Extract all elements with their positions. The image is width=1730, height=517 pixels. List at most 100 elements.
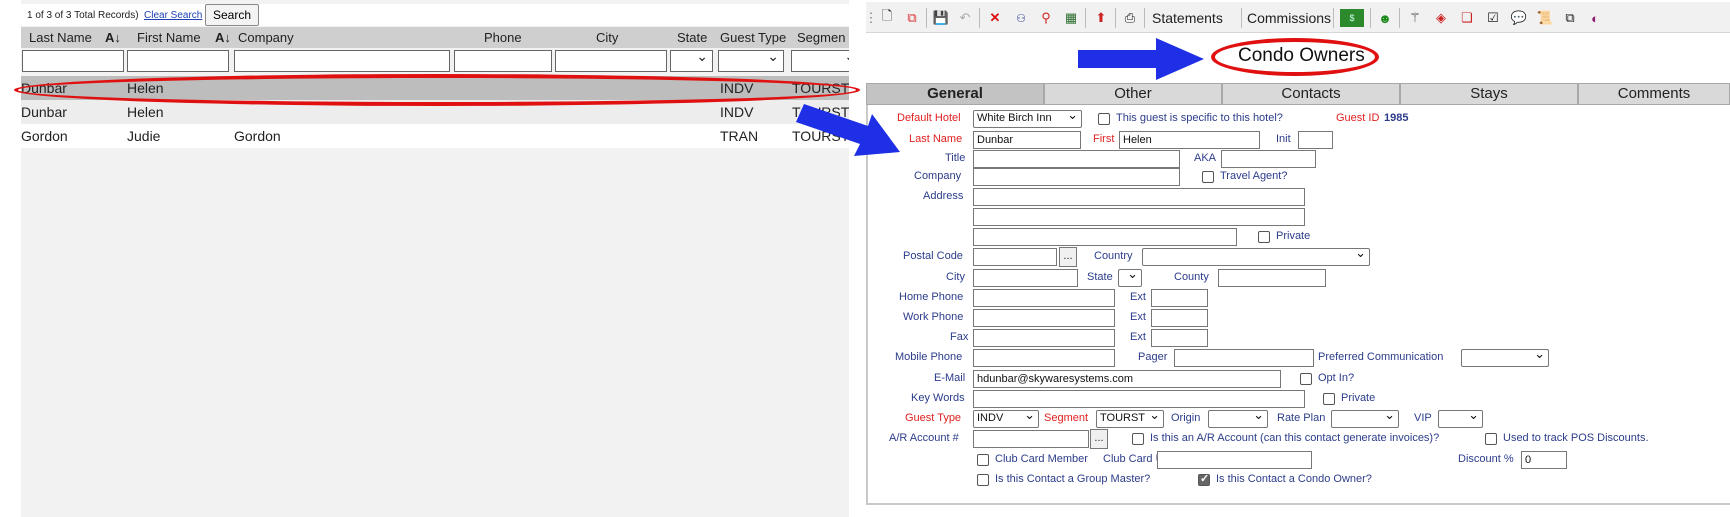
travel-agent-checkbox[interactable] [1202, 171, 1214, 183]
init-input[interactable] [1298, 131, 1333, 149]
address-line1-input[interactable] [973, 188, 1305, 206]
smiley-icon[interactable]: ☻ [1376, 9, 1394, 27]
gift-icon[interactable]: ❏ [1458, 9, 1476, 27]
delete-icon[interactable]: ✕ [986, 9, 1004, 27]
city-input[interactable] [973, 269, 1078, 287]
col-last-name[interactable]: Last Name [29, 30, 92, 45]
export-icon[interactable]: ⬆ [1092, 9, 1110, 27]
print-icon[interactable]: ⎙ [1121, 9, 1139, 27]
copy-document-icon[interactable]: ⧉ [903, 9, 921, 27]
country-select[interactable] [1142, 245, 1370, 266]
home-ext-input[interactable] [1151, 289, 1208, 307]
address-line3-input[interactable] [973, 228, 1237, 246]
mobile-phone-input[interactable] [973, 349, 1115, 367]
address-line2-input[interactable] [973, 208, 1305, 226]
col-segment[interactable]: Segmen [797, 30, 845, 45]
title-input[interactable] [973, 150, 1180, 168]
filter-last-name-input[interactable] [22, 50, 124, 72]
county-label: County [1174, 271, 1209, 283]
first-name-input[interactable] [1119, 131, 1260, 149]
key-words-input[interactable] [973, 390, 1305, 408]
comment-icon[interactable]: 💬 [1510, 9, 1528, 27]
club-card-upc-input[interactable] [1157, 451, 1312, 469]
col-first-name[interactable]: First Name [137, 30, 201, 45]
table-row[interactable]: Dunbar Helen INDV TOURST [21, 100, 849, 124]
pos-discount-checkbox[interactable] [1485, 433, 1497, 445]
guest-type-select[interactable]: INDV [973, 407, 1039, 428]
pager-input[interactable] [1174, 349, 1314, 367]
undo-icon[interactable]: ↶ [956, 9, 974, 27]
col-state[interactable]: State [677, 30, 707, 45]
last-name-input[interactable] [973, 131, 1081, 149]
filter-company-input[interactable] [234, 50, 450, 72]
search-icon[interactable]: ⚲ [1037, 9, 1055, 27]
company-input[interactable] [973, 168, 1180, 186]
new-document-icon[interactable]: 🗋 [878, 8, 896, 27]
opt-in-checkbox[interactable] [1300, 373, 1312, 385]
origin-select[interactable] [1208, 407, 1268, 428]
filter-city-input[interactable] [555, 50, 667, 72]
filter-guest-type-select[interactable] [718, 48, 784, 72]
postal-code-input[interactable] [973, 248, 1057, 266]
home-phone-input[interactable] [973, 289, 1115, 307]
state-select[interactable] [1118, 266, 1142, 287]
specific-hotel-checkbox[interactable] [1098, 113, 1110, 125]
search-button[interactable]: Search [205, 4, 260, 26]
ar-lookup-button[interactable]: ... [1090, 429, 1108, 449]
tab-contacts[interactable]: Contacts [1222, 83, 1400, 105]
filter-first-name-input[interactable] [127, 50, 229, 72]
work-ext-input[interactable] [1151, 309, 1208, 327]
email-input[interactable] [973, 370, 1281, 388]
copy-icon[interactable]: ⧉ [1561, 9, 1579, 27]
col-company[interactable]: Company [238, 30, 294, 45]
filter-state-select[interactable] [670, 48, 713, 72]
save-icon[interactable]: 💾 [932, 9, 950, 27]
cash-icon[interactable]: $ [1340, 9, 1364, 27]
tab-stays[interactable]: Stays [1400, 83, 1578, 105]
ar-account-checkbox[interactable] [1132, 433, 1144, 445]
club-card-checkbox[interactable] [977, 454, 989, 466]
col-city[interactable]: City [596, 30, 618, 45]
clear-search-link[interactable]: Clear Search [144, 10, 202, 21]
clipboard-icon[interactable]: ☑ [1484, 9, 1502, 27]
keywords-private-checkbox[interactable] [1323, 393, 1335, 405]
segment-select[interactable]: TOURST [1096, 407, 1164, 428]
binoculars-icon[interactable]: ⚇ [1012, 9, 1030, 27]
filter-segment-select[interactable] [791, 48, 849, 72]
preferred-communication-select[interactable] [1461, 346, 1549, 367]
magic-wand-icon[interactable]: ⚚ [1406, 9, 1424, 27]
county-input[interactable] [1218, 269, 1326, 287]
col-phone[interactable]: Phone [484, 30, 522, 45]
discount-input[interactable] [1521, 451, 1567, 469]
tag-icon[interactable]: ◈ [1432, 9, 1450, 27]
statements-button[interactable]: Statements [1152, 10, 1223, 26]
tab-comments[interactable]: Comments [1578, 83, 1730, 105]
address-private-checkbox[interactable] [1258, 231, 1270, 243]
sort-az-icon[interactable]: A↓ [105, 30, 121, 45]
money-icon[interactable]: ▦ [1062, 9, 1080, 27]
more-icon[interactable]: ◐ [1586, 9, 1604, 27]
ar-account-input[interactable] [973, 430, 1089, 448]
postal-lookup-button[interactable]: ... [1059, 247, 1077, 267]
aka-label: AKA [1194, 152, 1217, 164]
tab-general[interactable]: General [866, 83, 1044, 105]
commissions-button[interactable]: Commissions [1247, 10, 1331, 26]
aka-input[interactable] [1221, 150, 1316, 168]
work-phone-input[interactable] [973, 309, 1115, 327]
default-hotel-select[interactable]: White Birch Inn [973, 107, 1082, 128]
scroll-icon[interactable]: 📜 [1536, 9, 1554, 27]
condo-owner-checkbox[interactable] [1198, 472, 1210, 486]
table-row[interactable]: Gordon Judie Gordon TRAN TOURST [21, 124, 849, 148]
fax-ext-input[interactable] [1151, 329, 1208, 347]
fax-input[interactable] [973, 329, 1115, 347]
sort-az-icon[interactable]: A↓ [215, 30, 231, 45]
rate-plan-select[interactable] [1331, 407, 1399, 428]
col-guest-type[interactable]: Guest Type [720, 30, 786, 45]
vip-select[interactable] [1438, 407, 1483, 428]
fax-ext-label: Ext [1130, 331, 1146, 343]
tab-other[interactable]: Other [1044, 83, 1222, 105]
table-row[interactable]: Dunbar Helen INDV TOURST [21, 76, 849, 100]
group-master-label: Is this Contact a Group Master? [995, 473, 1151, 485]
filter-phone-input[interactable] [454, 50, 552, 72]
group-master-checkbox[interactable] [977, 474, 989, 486]
